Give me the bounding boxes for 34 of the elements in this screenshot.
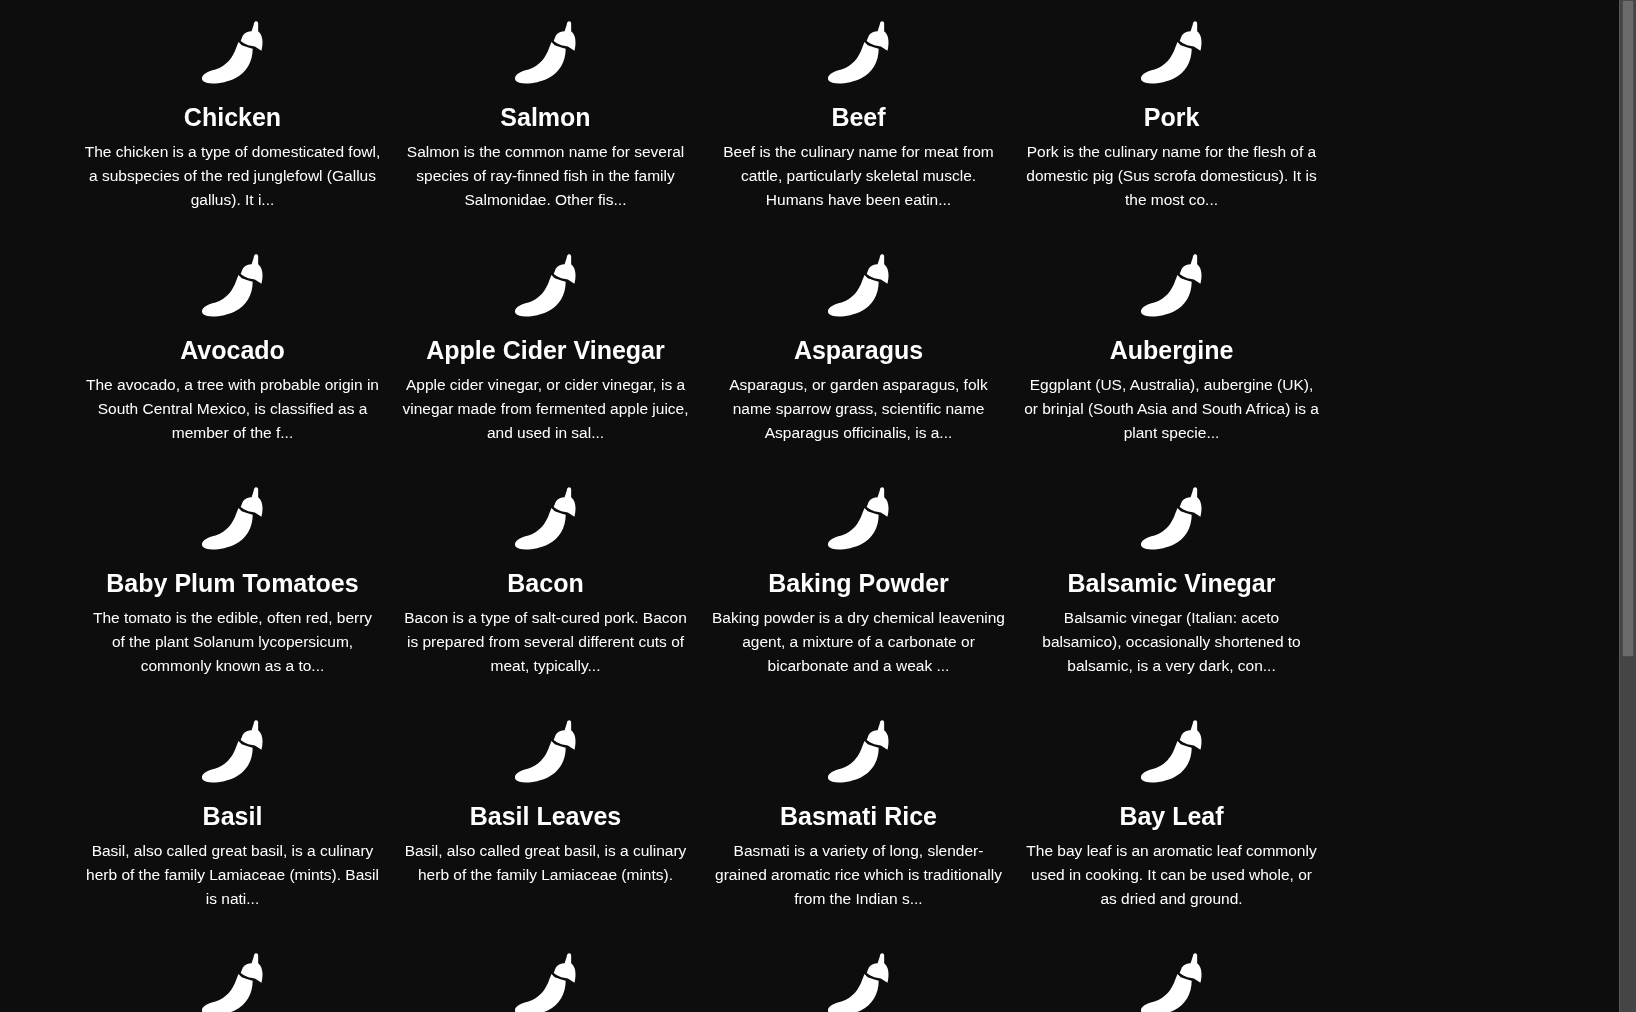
card-description: Basmati is a variety of long, slender-grained aromatic rice which is traditionally from the Indian s... <box>714 841 1003 909</box>
card-description: Eggplant (US, Australia), aubergine (UK), or brinjal (South Asia and South Africa) is a plant specie... <box>1023 375 1320 443</box>
card-title: Bay Leaf <box>1119 801 1224 832</box>
card-description: Bacon is a type of salt-cured pork. Bacon is prepared from several different cuts of meat, typically... <box>403 608 688 676</box>
card-description: The avocado, a tree with probable origin in South Central Mexico, is classified as a member of the f... <box>85 375 380 443</box>
card-title: Beef <box>831 102 886 133</box>
card-title: Baking Powder <box>768 568 949 599</box>
card-title: Apple Cider Vinegar <box>426 335 665 366</box>
card-description: Asparagus, or garden asparagus, folk name sparrow grass, scientific name Asparagus officinalis, is a... <box>728 375 989 443</box>
card-description: Balsamic vinegar (Italian: aceto balsamico), occasionally shortened to balsamic, is a very dark, con... <box>1041 608 1302 676</box>
card-title: Chicken <box>183 102 282 133</box>
card-title: Aubergine <box>1109 335 1234 366</box>
scrollbar[interactable] <box>1619 0 1636 1012</box>
card-title: Avocado <box>180 335 285 366</box>
card-description: Salmon is the common name for several species of ray-finned fish in the family Salmonidae. Other fis... <box>405 142 686 210</box>
card-title: Salmon <box>500 102 591 133</box>
card-description: Baking powder is a dry chemical leavening agent, a mixture of a carbonate or bicarbonate and a weak ... <box>711 608 1006 676</box>
scrollbar-thumb[interactable] <box>1622 0 1634 657</box>
card-title: Basil <box>202 801 263 832</box>
card-description: Pork is the culinary name for the flesh of a domestic pig (Sus scrofa domesticus). It is the most co... <box>1025 142 1318 210</box>
card-description: The bay leaf is an aromatic leaf commonly used in cooking. It can be used whole, or as dried and ground. <box>1025 841 1318 909</box>
card-description: Apple cider vinegar, or cider vinegar, is a vinegar made from fermented apple juice, and used in sal... <box>401 375 690 443</box>
card-title: Asparagus <box>793 335 924 366</box>
card-description: The chicken is a type of domesticated fowl, a subspecies of the red junglefowl (Gallus gallus). It i... <box>84 142 381 210</box>
card-title: Balsamic Vinegar <box>1067 568 1276 599</box>
card-description: Basil, also called great basil, is a culinary herb of the family Lamiaceae (mints). <box>403 841 688 885</box>
card-description: The tomato is the edible, often red, berry of the plant Solanum lycopersicum, commonly known as a to... <box>91 608 374 676</box>
card-title: Basmati Rice <box>780 801 937 832</box>
card-title: Basil Leaves <box>469 801 622 832</box>
card-title: Pork <box>1143 102 1200 133</box>
card-title: Baby Plum Tomatoes <box>106 568 359 599</box>
card-title: Bacon <box>507 568 584 599</box>
card-description: Beef is the culinary name for meat from cattle, particularly skeletal muscle. Humans have been eatin... <box>722 142 995 210</box>
card-description: Basil, also called great basil, is a culinary herb of the family Lamiaceae (mints). Basil is nati... <box>85 841 380 909</box>
